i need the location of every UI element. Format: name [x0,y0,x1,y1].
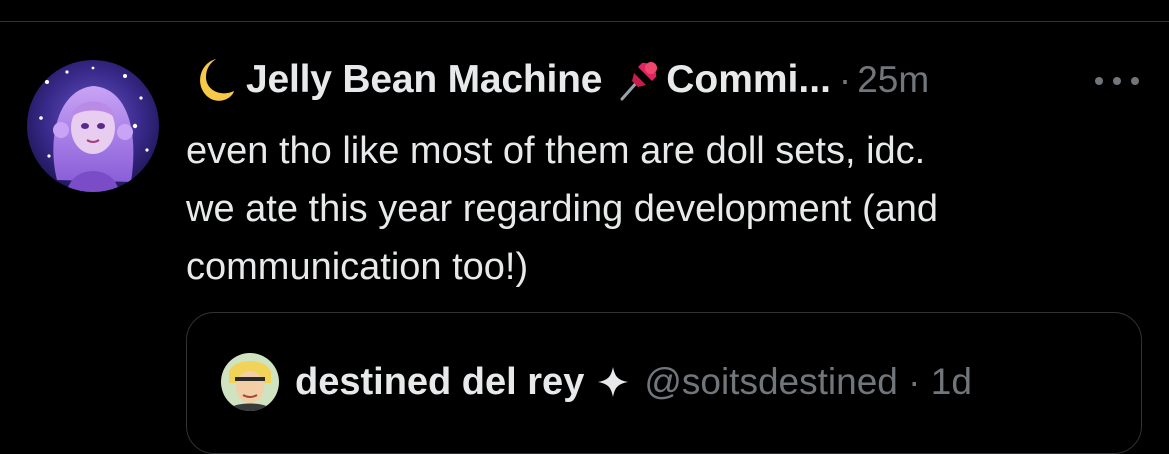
more-dot [1131,77,1139,85]
post-meta: · 25m [839,59,929,101]
moon-icon [200,59,234,101]
post-text-line: communication too!) [186,246,529,288]
quoted-post-card[interactable]: destined del rey @soitsdestined · 1d [186,312,1142,454]
quoted-meta-separator: · [908,361,921,402]
author-display-name[interactable]: Jelly Bean Machine [246,58,602,102]
post-text-line: even tho like most of them are doll sets… [186,130,926,172]
author-avatar[interactable] [27,60,159,192]
quoted-author-avatar[interactable] [221,353,279,411]
sparkle-icon [598,367,629,397]
quoted-timestamp[interactable]: 1d [931,361,972,402]
more-options-icon[interactable] [1095,66,1139,96]
quoted-handle[interactable]: @soitsdestined [644,361,898,402]
post-header: Jelly Bean Machine Commi... · 25m [186,52,1146,108]
post-text-line: we ate this year regarding development (… [186,188,939,230]
pushpin-icon [620,62,658,101]
meta-separator: · [838,59,852,100]
post-body: even tho like most of them are doll sets… [186,122,1136,296]
post[interactable]: Jelly Bean Machine Commi... · 25m even th… [0,22,1169,454]
quoted-meta: @soitsdestined · 1d [644,361,972,403]
quoted-post-header: destined del rey @soitsdestined · 1d [221,353,972,411]
more-dot [1113,77,1121,85]
more-dot [1095,77,1103,85]
author-name-suffix[interactable]: Commi... [666,58,831,102]
post-timestamp[interactable]: 25m [857,59,929,100]
quoted-display-name[interactable]: destined del rey [295,361,584,404]
